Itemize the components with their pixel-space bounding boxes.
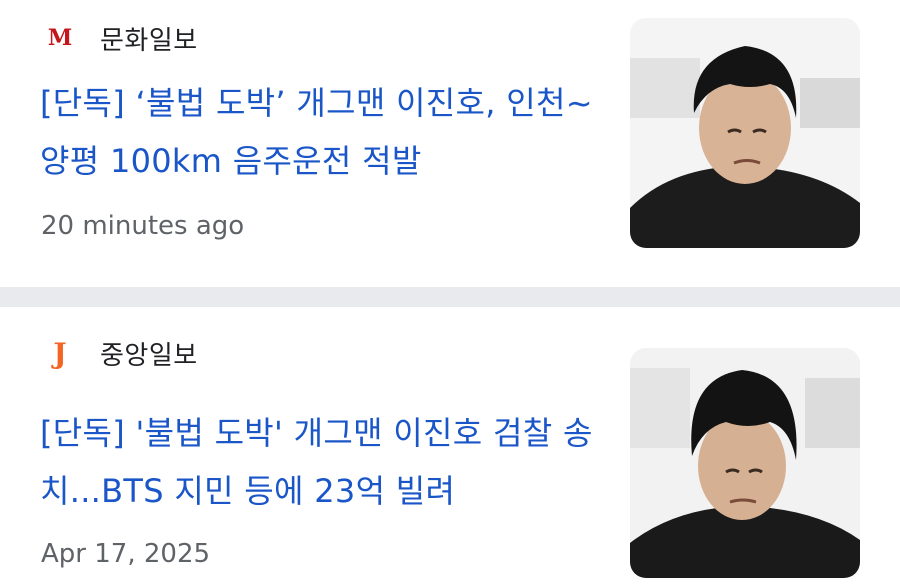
timestamp: Apr 17, 2025 (41, 539, 211, 569)
man-portrait-photo-icon (630, 18, 860, 248)
publisher: M 문화일보 (42, 18, 198, 58)
news-card[interactable]: J 중앙일보 [단독] '불법 도박' 개그맨 이진호 검찰 송치...BTS … (0, 307, 900, 587)
thumbnail-image[interactable] (630, 348, 860, 578)
publisher-logo-icon: M (47, 25, 73, 51)
card-divider (0, 287, 900, 307)
publisher-name: 중앙일보 (100, 340, 198, 371)
publisher-logo-icon: J (53, 336, 67, 370)
publisher-name: 문화일보 (100, 25, 198, 56)
timestamp: 20 minutes ago (41, 211, 245, 241)
headline-link[interactable]: [단독] '불법 도박' 개그맨 이진호 검찰 송치...BTS 지민 등에 2… (40, 404, 600, 520)
publisher: J 중앙일보 (42, 333, 198, 373)
news-card[interactable]: M 문화일보 [단독] ‘불법 도박’ 개그맨 이진호, 인천~양평 100km… (0, 0, 900, 287)
headline-link[interactable]: [단독] ‘불법 도박’ 개그맨 이진호, 인천~양평 100km 음주운전 적… (40, 74, 600, 190)
man-portrait-photo-icon (630, 348, 860, 578)
thumbnail-image[interactable] (630, 18, 860, 248)
news-feed: M 문화일보 [단독] ‘불법 도박’ 개그맨 이진호, 인천~양평 100km… (0, 0, 900, 587)
